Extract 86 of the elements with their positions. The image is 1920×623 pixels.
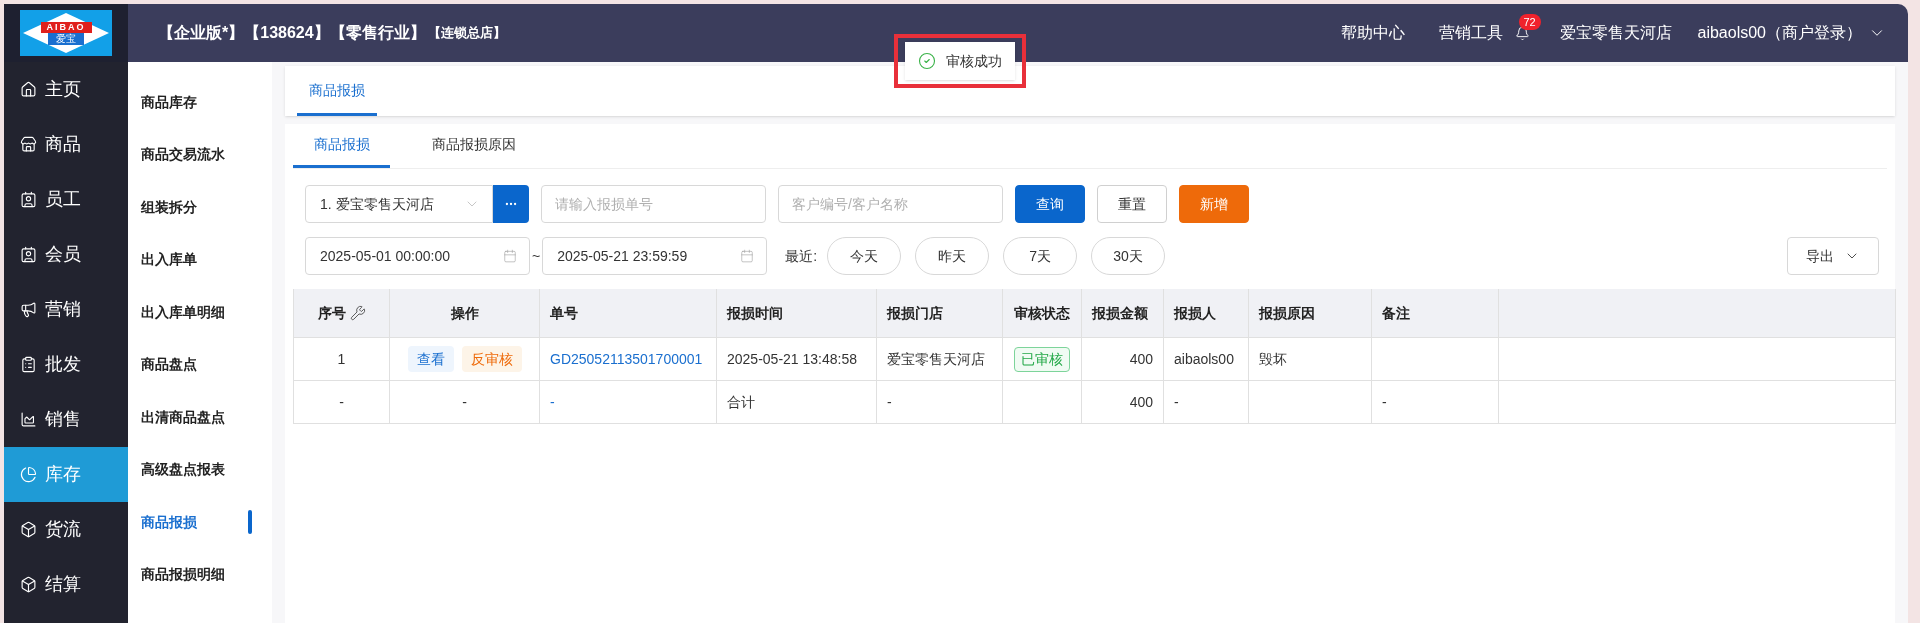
sidebar-item[interactable]: 批发	[4, 337, 128, 392]
cube-icon	[20, 521, 37, 538]
order-number-link[interactable]: GD25052113501700001	[550, 348, 703, 370]
subnav-item[interactable]: 组装拆分	[128, 181, 272, 234]
check-icon	[918, 52, 936, 70]
store-name[interactable]: 爱宝零售天河店	[1559, 21, 1672, 45]
pie-chart-icon	[20, 466, 37, 483]
column-header: 报损门店	[887, 303, 943, 323]
header-link[interactable]: 营销工具	[1438, 21, 1503, 45]
subnav-item[interactable]: 商品报损	[128, 496, 272, 549]
subnav-item[interactable]: 商品盘点	[128, 338, 272, 391]
header-title: 【138624】	[244, 23, 330, 43]
view-button[interactable]: 查看	[407, 346, 454, 372]
table-cell-text: 爱宝零售天河店	[887, 349, 985, 369]
tab[interactable]: 商品报损	[293, 134, 390, 168]
sidebar-item[interactable]: 营销	[4, 282, 128, 337]
tab[interactable]: 商品报损原因	[425, 134, 522, 168]
sidebar-item[interactable]: 会员	[4, 227, 128, 282]
table-cell-text: -	[1174, 392, 1179, 412]
date-separator: ~	[532, 246, 541, 266]
order-number-link[interactable]: -	[550, 391, 555, 413]
sidebar-item[interactable]: 商品	[4, 117, 128, 172]
megaphone-icon	[20, 301, 37, 318]
header-subtitle: 【连锁总店】	[427, 24, 506, 43]
table-cell-text: -	[462, 392, 467, 412]
store-icon	[20, 136, 37, 153]
header-title: 【企业版*】	[158, 23, 245, 43]
list-icon	[20, 356, 37, 373]
table-cell-text: 400	[1129, 392, 1153, 412]
subnav-item[interactable]: 高级盘点报表	[128, 443, 272, 496]
subnav-item[interactable]: 商品交易流水	[128, 128, 272, 181]
header-title: 【零售行业】	[329, 23, 426, 43]
sidebar-item[interactable]: 主页	[4, 62, 128, 117]
column-header: 序号	[317, 303, 346, 323]
toast-message: 审核成功	[946, 51, 1002, 71]
contact-card-icon	[20, 191, 37, 208]
table-cell-text: 1	[337, 349, 346, 369]
table-cell-text: 400	[1129, 349, 1153, 369]
subnav-item[interactable]: 出入库单明细	[128, 286, 272, 339]
table-cell-text: 毁坏	[1259, 349, 1287, 369]
store-select[interactable]: 1. 爱宝零售天河店	[305, 185, 493, 223]
column-header: 操作	[450, 303, 479, 323]
subnav-item[interactable]: 出清商品盘点	[128, 391, 272, 444]
active-indicator	[248, 510, 252, 535]
sidebar-item[interactable]: 货流	[4, 502, 128, 557]
table-cell-text: aibaols00	[1174, 349, 1234, 369]
customer-input[interactable]: 客户编号/客户名称	[778, 185, 1003, 223]
search-button[interactable]: 查询	[1015, 185, 1085, 223]
cube-icon	[20, 576, 37, 593]
home-icon	[20, 81, 37, 98]
column-header: 报损原因	[1259, 303, 1315, 323]
end-date-field[interactable]: 2025-05-21 23:59:59	[542, 237, 768, 275]
subnav-item[interactable]: 出入库单	[128, 233, 272, 286]
contact-card-icon	[20, 246, 37, 263]
column-header: 报损人	[1174, 303, 1216, 323]
status-tag: 已审核	[1014, 346, 1070, 372]
user-menu[interactable]: aibaols00（商户登录）	[1697, 21, 1862, 45]
notification-icon[interactable]	[1514, 25, 1530, 41]
notification-badge: 72	[1518, 13, 1541, 30]
column-header: 报损时间	[727, 303, 783, 323]
table-cell-text: -	[1382, 392, 1387, 412]
table-cell-text: -	[887, 392, 892, 412]
order-number-input[interactable]: 请输入报损单号	[541, 185, 766, 223]
calendar-icon	[740, 249, 755, 263]
table-cell-text: 2025-05-21 13:48:58	[727, 349, 857, 369]
logo-brand: AIBAO	[40, 21, 92, 33]
column-header: 单号	[550, 303, 578, 323]
sidebar-item[interactable]: 员工	[4, 172, 128, 227]
calendar-icon	[503, 249, 517, 263]
header-link[interactable]: 帮助中心	[1340, 21, 1405, 45]
sidebar-item[interactable]: 结算	[4, 557, 128, 612]
table-cell-text: -	[339, 392, 344, 412]
start-date-field[interactable]: 2025-05-01 00:00:00	[305, 237, 530, 275]
sidebar-item[interactable]: 销售	[4, 392, 128, 447]
area-chart-icon	[20, 411, 37, 428]
subnav-item[interactable]: 商品报损明细	[128, 548, 272, 601]
wrench-icon[interactable]	[349, 305, 366, 321]
column-header: 审核状态	[1014, 303, 1070, 323]
table-cell-text: 合计	[727, 392, 755, 412]
column-header: 报损金额	[1092, 303, 1148, 323]
page-tab[interactable]: 商品报损	[297, 80, 377, 116]
reset-button[interactable]: 重置	[1097, 185, 1167, 223]
recent-label: 最近:	[785, 246, 818, 266]
column-header: 备注	[1382, 303, 1410, 323]
export-button[interactable]: 导出	[1787, 237, 1879, 275]
subnav-item[interactable]: 商品库存	[128, 76, 272, 129]
